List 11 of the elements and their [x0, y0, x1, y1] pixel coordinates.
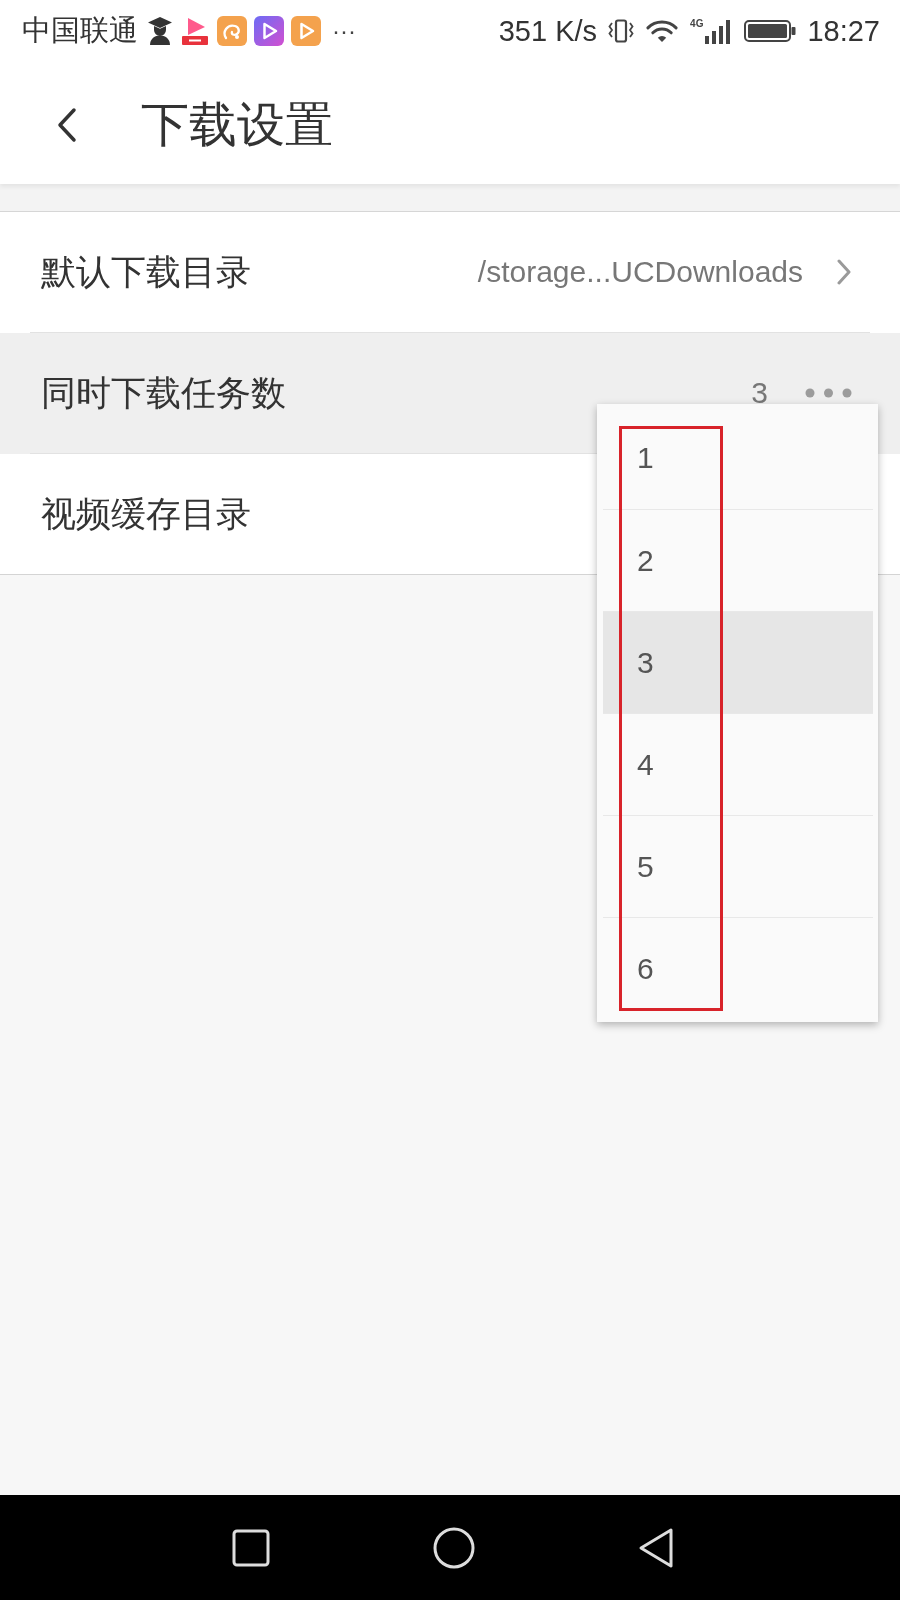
more-notifications: ···: [332, 17, 356, 45]
setting-label: 同时下载任务数: [41, 371, 286, 414]
page-title: 下载设置: [141, 97, 333, 153]
carrier-name: 中国联通: [22, 13, 138, 48]
network-speed: 351 K/s: [498, 14, 598, 48]
setting-value: /storage...UCDownloads: [477, 255, 803, 289]
setting-value: 3: [751, 376, 768, 410]
clock-time: 18:27: [807, 14, 880, 48]
network-type: 4G: [690, 19, 704, 29]
setting-label: 默认下载目录: [41, 250, 251, 293]
setting-label: 视频缓存目录: [41, 492, 251, 535]
